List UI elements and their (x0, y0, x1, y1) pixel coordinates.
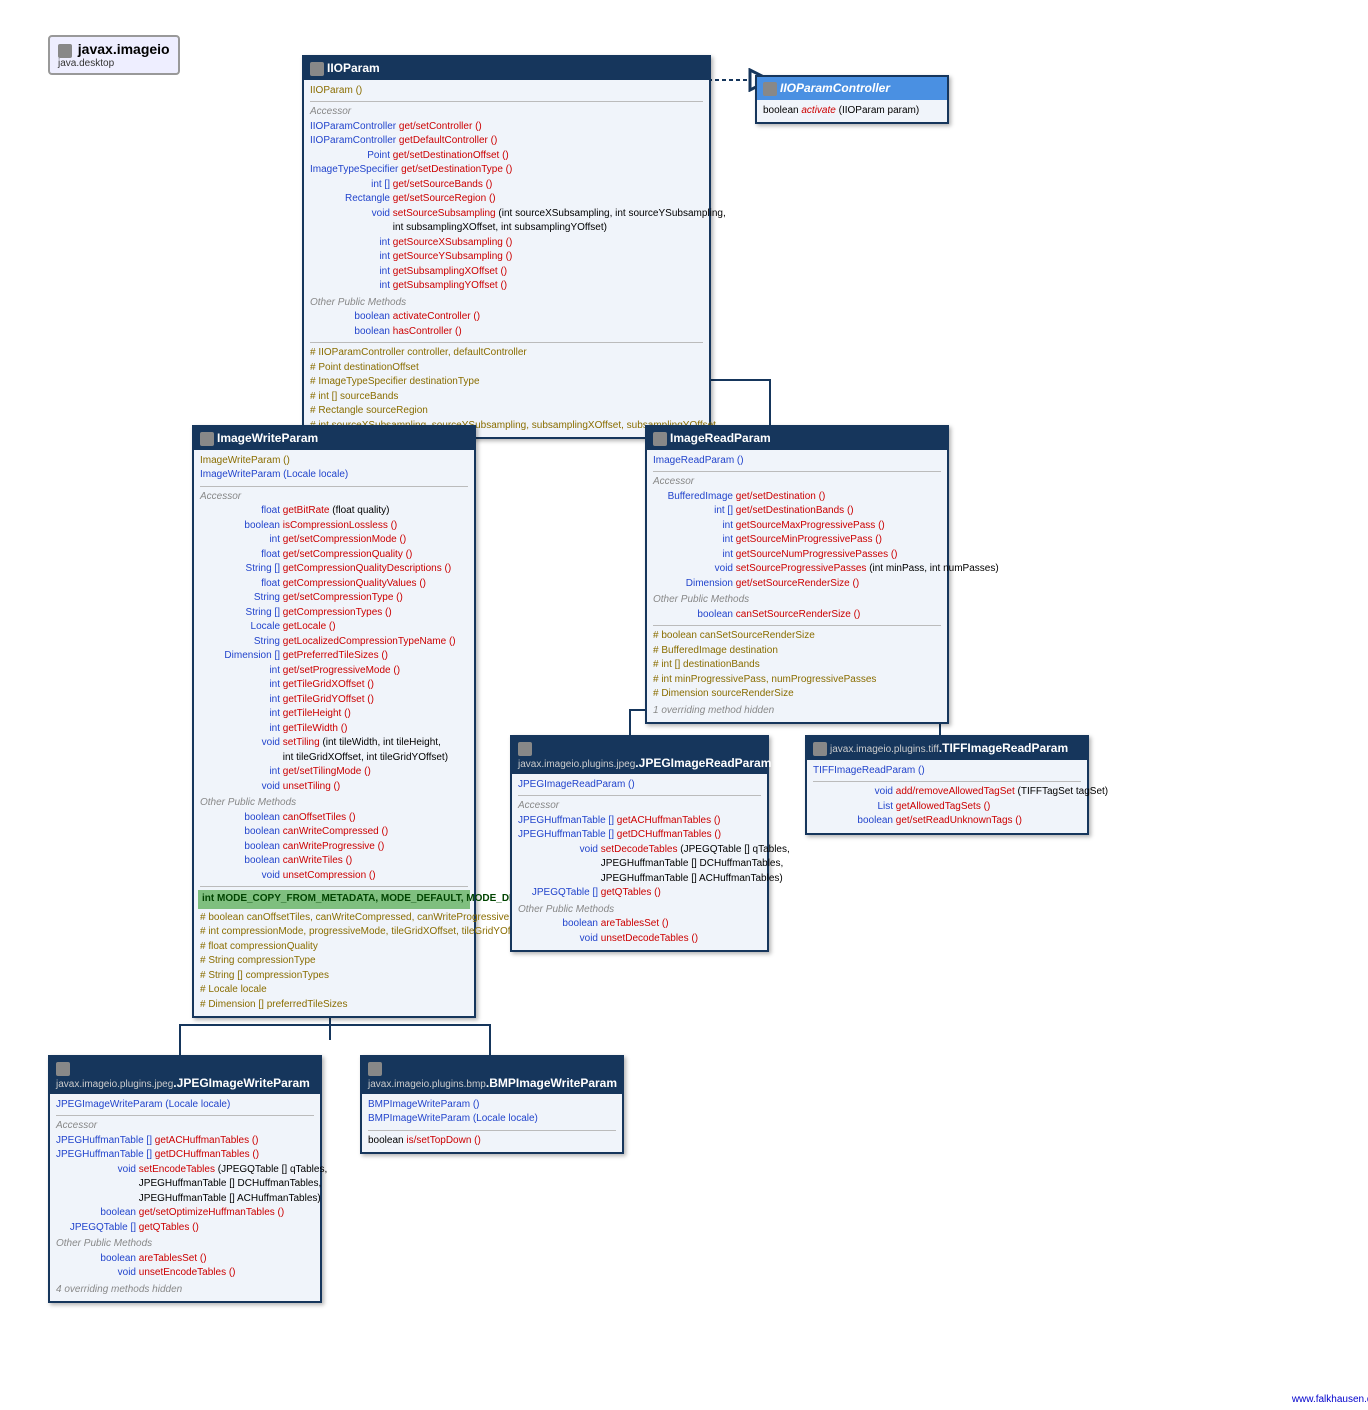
class-imagewriteparam: ImageWriteParam ImageWriteParam () Image… (192, 425, 476, 1018)
class-tiffimagereadparam: javax.imageio.plugins.tiff.TIFFImageRead… (805, 735, 1089, 835)
class-header: javax.imageio.plugins.tiff.TIFFImageRead… (807, 737, 1087, 760)
class-icon (813, 742, 827, 756)
class-header: IIOParamController (757, 77, 947, 100)
others: boolean activateController () boolean ha… (310, 310, 703, 339)
constructor: IIOParam () (310, 84, 703, 99)
footer-link[interactable]: www.falkhausen.de (1292, 1394, 1368, 1405)
package-module: java.desktop (58, 58, 114, 69)
package-icon (58, 44, 72, 58)
package-label: javax.imageio java.desktop (48, 35, 180, 75)
class-jpegimagereadparam: javax.imageio.plugins.jpeg.JPEGImageRead… (510, 735, 769, 952)
class-iioparam: IIOParam IIOParam () Accessor IIOParamCo… (302, 55, 711, 439)
class-imagereadparam: ImageReadParam ImageReadParam () Accesso… (645, 425, 949, 724)
class-bmpimagewriteparam: javax.imageio.plugins.bmp.BMPImageWriteP… (360, 1055, 624, 1154)
class-icon (653, 432, 667, 446)
class-icon (200, 432, 214, 446)
class-icon (310, 62, 324, 76)
class-icon (56, 1062, 70, 1076)
class-jpegimagewriteparam: javax.imageio.plugins.jpeg.JPEGImageWrit… (48, 1055, 322, 1303)
accessors: IIOParamController get/setController () … (310, 120, 703, 294)
class-icon (368, 1062, 382, 1076)
class-header: javax.imageio.plugins.jpeg.JPEGImageWrit… (50, 1057, 320, 1094)
class-iioparamcontroller: IIOParamController boolean activate (IIO… (755, 75, 949, 124)
class-header: javax.imageio.plugins.jpeg.JPEGImageRead… (512, 737, 767, 774)
class-header: javax.imageio.plugins.bmp.BMPImageWriteP… (362, 1057, 622, 1094)
interface-icon (763, 82, 777, 96)
class-icon (518, 742, 532, 756)
fields: # IIOParamController controller, default… (310, 346, 703, 433)
class-header: ImageReadParam (647, 427, 947, 450)
class-header: IIOParam (304, 57, 709, 80)
package-name: javax.imageio (78, 41, 170, 57)
class-header: ImageWriteParam (194, 427, 474, 450)
